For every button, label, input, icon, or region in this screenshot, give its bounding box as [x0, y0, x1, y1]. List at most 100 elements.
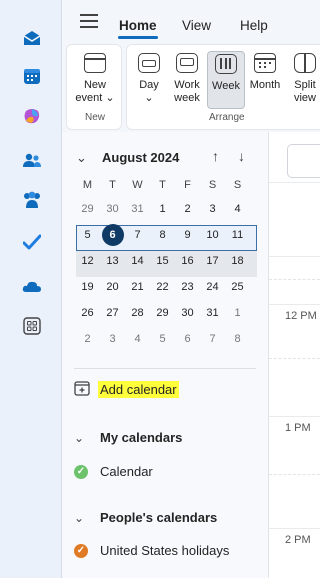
add-calendar-label: Add calendar	[98, 381, 179, 398]
teams-icon[interactable]	[22, 190, 42, 210]
day-cell[interactable]: 17	[200, 248, 225, 274]
grid-line	[269, 358, 320, 360]
day-cell[interactable]: 5	[75, 222, 100, 248]
app-rail	[0, 0, 62, 578]
tab-home[interactable]: Home	[119, 18, 157, 33]
grid-line	[269, 528, 320, 529]
previous-month-arrow-icon[interactable]: ↑	[212, 148, 219, 164]
chevron-down-icon: ⌄	[74, 510, 85, 525]
day-cell[interactable]: 4	[225, 196, 250, 222]
ribbon-group-arrange: Day ⌄ Work week Week Month Split view Ar…	[126, 44, 320, 130]
month-label: August 2024	[102, 150, 180, 165]
day-cell[interactable]: 20	[100, 274, 125, 300]
day-cell[interactable]: 14	[125, 248, 150, 274]
day-cell[interactable]: 3	[100, 326, 125, 352]
today-button[interactable]	[287, 144, 320, 178]
day-cell[interactable]: 8	[225, 326, 250, 352]
copilot-icon[interactable]	[22, 106, 42, 126]
split-view-label-1: Split	[294, 79, 316, 91]
day-label: Day	[139, 79, 159, 91]
work-week-view-button[interactable]: Work week	[169, 53, 205, 105]
dow-label: F	[184, 179, 191, 191]
new-event-icon	[84, 53, 106, 73]
onedrive-icon[interactable]	[22, 276, 42, 296]
day-cell[interactable]: 29	[75, 196, 100, 222]
day-cell[interactable]: 22	[150, 274, 175, 300]
day-cell[interactable]: 5	[150, 326, 175, 352]
day-cell[interactable]: 29	[150, 300, 175, 326]
day-cell[interactable]: 8	[150, 222, 175, 248]
next-month-arrow-icon[interactable]: ↓	[238, 148, 245, 164]
month-icon	[254, 53, 276, 73]
new-event-button[interactable]: New event ⌄	[73, 53, 117, 105]
work-week-label-1: Work	[174, 79, 200, 91]
tab-help[interactable]: Help	[240, 18, 268, 33]
group-label-new: New	[85, 112, 106, 123]
day-cell[interactable]: 30	[175, 300, 200, 326]
day-cell[interactable]: 25	[225, 274, 250, 300]
day-cell[interactable]: 28	[125, 300, 150, 326]
month-label: Month	[249, 79, 281, 91]
day-cell[interactable]: 26	[75, 300, 100, 326]
top-bar: Home View Help	[62, 0, 320, 40]
day-cell[interactable]: 21	[125, 274, 150, 300]
day-cell[interactable]: 9	[175, 222, 200, 248]
day-cell[interactable]: 30	[100, 196, 125, 222]
day-cell[interactable]: 10	[200, 222, 225, 248]
day-cell[interactable]: 7	[125, 222, 150, 248]
todo-icon[interactable]	[22, 232, 42, 252]
day-cell[interactable]: 6	[175, 326, 200, 352]
my-calendars-header[interactable]: ⌄ My calendars	[74, 430, 182, 445]
add-calendar-button[interactable]: Add calendar	[74, 380, 179, 399]
tab-view[interactable]: View	[182, 18, 211, 33]
day-cell[interactable]: 31	[125, 196, 150, 222]
day-cell[interactable]: 11	[225, 222, 250, 248]
day-cell[interactable]: 12	[75, 248, 100, 274]
peoples-calendars-label: People's calendars	[100, 510, 218, 525]
day-cell[interactable]: 19	[75, 274, 100, 300]
chevron-down-icon: ⌄	[74, 430, 85, 445]
dow-label: W	[132, 179, 143, 191]
day-cell[interactable]: 2	[75, 326, 100, 352]
apps-icon[interactable]	[22, 316, 42, 336]
day-cell-today[interactable]: 6	[100, 222, 125, 248]
week-view-button[interactable]: Week	[207, 51, 245, 109]
day-view-button[interactable]: Day ⌄	[131, 53, 167, 105]
month-view-button[interactable]: Month	[245, 53, 285, 92]
day-cell[interactable]: 1	[225, 300, 250, 326]
split-view-icon	[294, 53, 316, 73]
chevron-down-icon: ⌄	[105, 92, 115, 104]
add-calendar-icon	[74, 380, 90, 399]
day-cell[interactable]: 24	[200, 274, 225, 300]
day-cell[interactable]: 23	[175, 274, 200, 300]
day-icon	[138, 53, 160, 73]
day-cell[interactable]: 13	[100, 248, 125, 274]
active-tab-indicator	[118, 36, 158, 39]
calendar-icon[interactable]	[22, 66, 42, 86]
day-cell[interactable]: 7	[200, 326, 225, 352]
calendar-list-item[interactable]: ✓ Calendar	[74, 464, 153, 479]
mail-icon[interactable]	[22, 28, 42, 48]
day-cell[interactable]: 16	[175, 248, 200, 274]
hamburger-menu-icon[interactable]	[80, 14, 98, 28]
time-label: 2 PM	[285, 534, 311, 546]
time-label: 12 PM	[285, 310, 317, 322]
people-icon[interactable]	[22, 150, 42, 170]
collapse-minical-chevron-icon[interactable]: ⌄	[76, 150, 87, 166]
time-label: 1 PM	[285, 422, 311, 434]
grid-line	[269, 279, 320, 281]
day-cell[interactable]: 31	[200, 300, 225, 326]
day-cell[interactable]: 1	[150, 196, 175, 222]
day-cell[interactable]: 2	[175, 196, 200, 222]
day-cell[interactable]: 15	[150, 248, 175, 274]
holidays-item-label: United States holidays	[100, 543, 230, 558]
day-cell[interactable]: 4	[125, 326, 150, 352]
holidays-list-item[interactable]: ✓ United States holidays	[74, 543, 229, 558]
grid-line	[269, 304, 320, 305]
peoples-calendars-header[interactable]: ⌄ People's calendars	[74, 510, 217, 525]
split-view-button[interactable]: Split view	[287, 53, 320, 105]
day-cell[interactable]: 3	[200, 196, 225, 222]
day-cell[interactable]: 18	[225, 248, 250, 274]
grid-line	[269, 416, 320, 417]
day-cell[interactable]: 27	[100, 300, 125, 326]
